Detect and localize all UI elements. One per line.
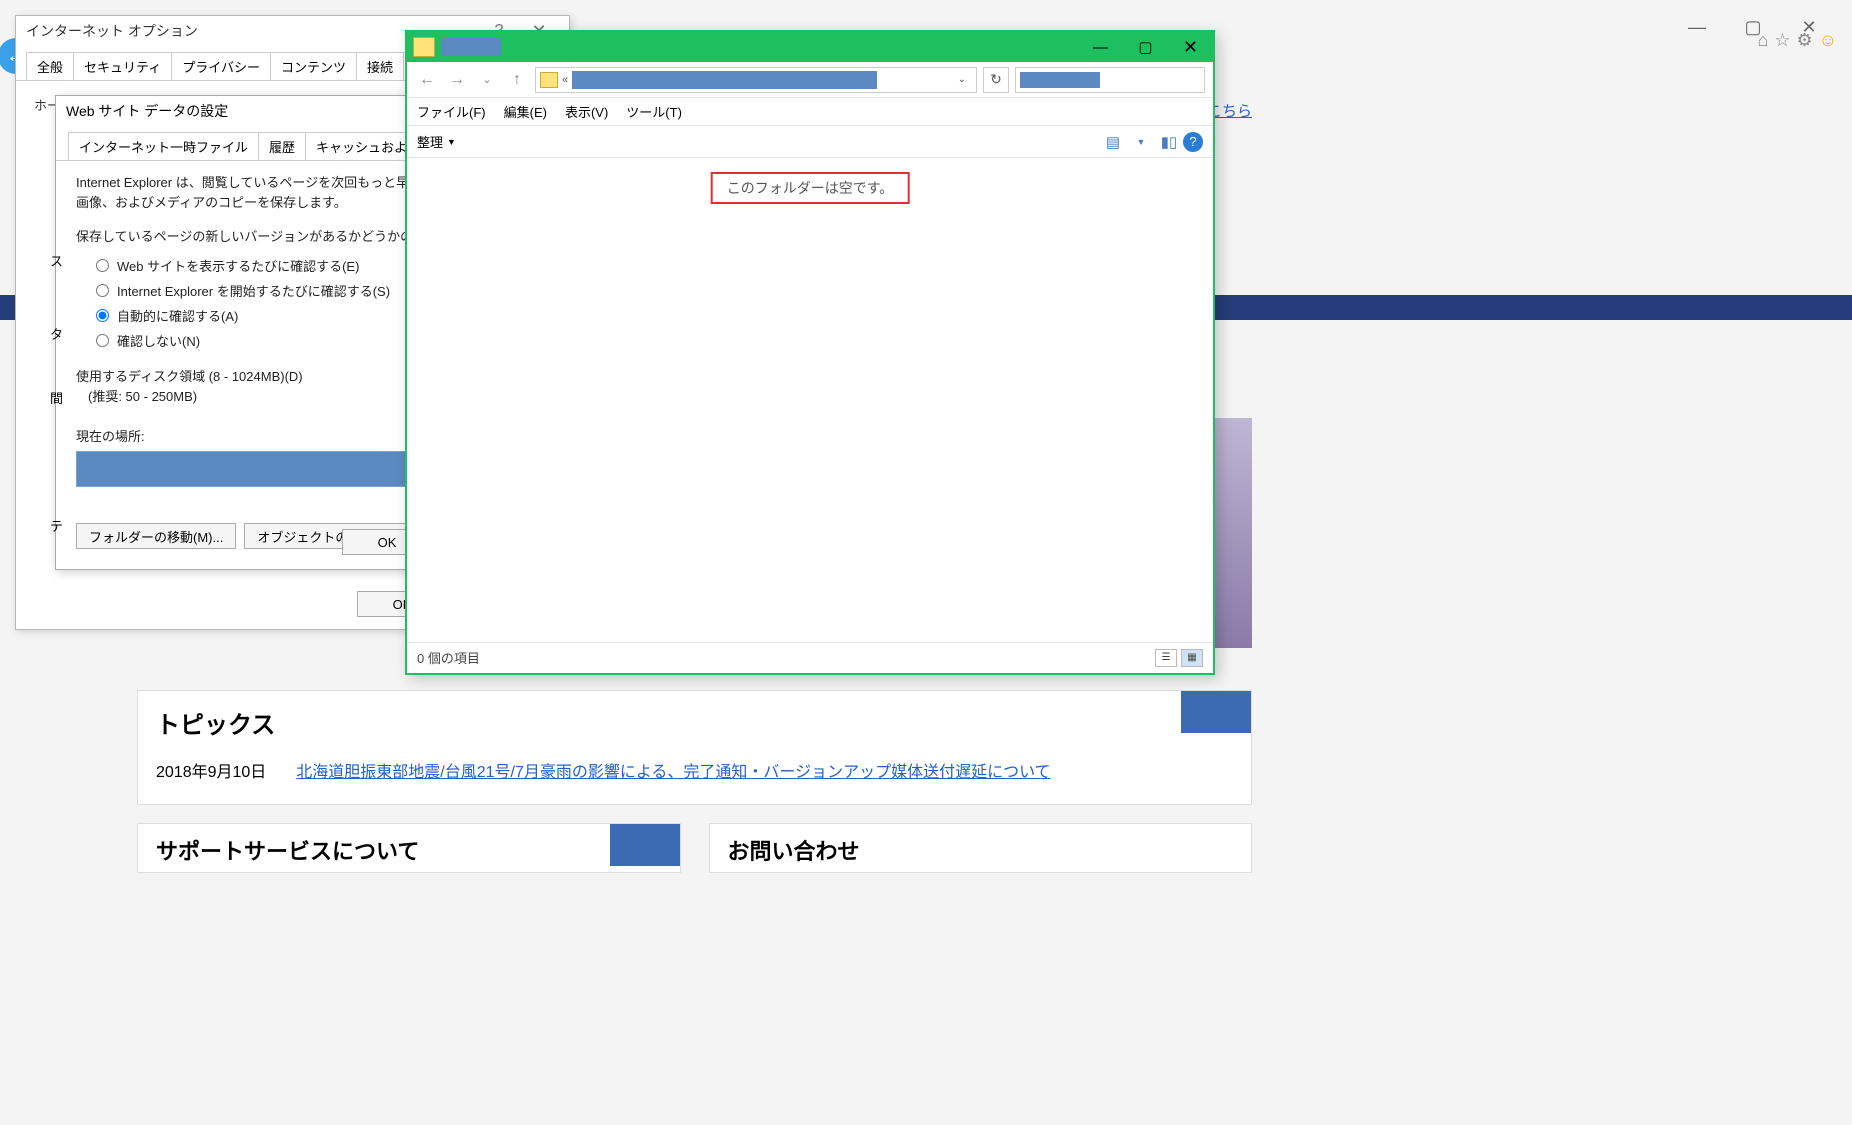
explorer-maximize-button[interactable]: ▢ bbox=[1123, 32, 1168, 62]
ws-radio-2-label: 自動的に確認する(A) bbox=[117, 306, 238, 325]
ws-radio-0-input[interactable] bbox=[96, 259, 109, 272]
ws-radio-3-input[interactable] bbox=[96, 334, 109, 347]
nav-forward-button[interactable]: → bbox=[445, 68, 469, 92]
ws-radio-1-label: Internet Explorer を開始するたびに確認する(S) bbox=[117, 281, 390, 300]
menu-view[interactable]: 表示(V) bbox=[565, 102, 608, 121]
io-tab-security[interactable]: セキュリティ bbox=[73, 52, 172, 80]
settings-icon[interactable]: ⚙ bbox=[1796, 30, 1812, 51]
explorer-close-button[interactable]: ✕ bbox=[1168, 32, 1213, 62]
io-tab-general[interactable]: 全般 bbox=[26, 52, 74, 80]
ws-radio-1-input[interactable] bbox=[96, 284, 109, 297]
topics-heading: トピックス bbox=[156, 705, 1233, 740]
home-icon[interactable]: ⌂ bbox=[1757, 30, 1768, 51]
io-tab-connections[interactable]: 接続 bbox=[356, 52, 404, 80]
topics-date: 2018年9月10日 bbox=[156, 758, 266, 782]
support-panel: サポートサービスについて bbox=[137, 823, 681, 873]
explorer-statusbar: 0 個の項目 ☰ ▦ bbox=[407, 642, 1213, 672]
topics-link[interactable]: 北海道胆振東部地震/台風21号/7月豪雨の影響による、完了通知・バージョンアップ… bbox=[296, 758, 1050, 782]
ws-clipped-char-3: テ bbox=[50, 516, 63, 535]
ws-radio-2-input[interactable] bbox=[96, 309, 109, 322]
nav-history-dropdown[interactable]: ⌄ bbox=[475, 68, 499, 92]
address-dropdown-icon[interactable]: ⌄ bbox=[952, 74, 972, 85]
address-bar[interactable]: « ⌄ bbox=[535, 67, 977, 93]
refresh-button[interactable]: ↻ bbox=[983, 67, 1009, 93]
view-layout-button[interactable]: ▤ bbox=[1099, 130, 1127, 154]
topics-badge bbox=[1181, 691, 1251, 733]
view-layout-dropdown[interactable]: ▼ bbox=[1127, 130, 1155, 154]
chevron-down-icon: ▼ bbox=[447, 137, 456, 147]
nav-back-button[interactable]: ← bbox=[415, 68, 439, 92]
folder-icon bbox=[413, 37, 435, 57]
explorer-navbar: ← → ⌄ ↑ « ⌄ ↻ bbox=[407, 62, 1213, 98]
page-content: トピックス 2018年9月10日 北海道胆振東部地震/台風21号/7月豪雨の影響… bbox=[137, 690, 1252, 873]
ws-tab-tempfiles[interactable]: インターネット一時ファイル bbox=[68, 132, 259, 160]
ws-tab-history[interactable]: 履歴 bbox=[258, 132, 306, 160]
organize-label: 整理 bbox=[417, 132, 443, 151]
ws-move-folder-button[interactable]: フォルダーの移動(M)... bbox=[76, 523, 236, 549]
menu-edit[interactable]: 編集(E) bbox=[504, 102, 547, 121]
feedback-icon[interactable]: ☺ bbox=[1819, 30, 1837, 51]
explorer-window: — ▢ ✕ ← → ⌄ ↑ « ⌄ ↻ ファイル(F) 編集(E) 表示(V) … bbox=[405, 30, 1215, 675]
preview-pane-button[interactable]: ▮▯ bbox=[1155, 130, 1183, 154]
explorer-toolbar: 整理 ▼ ▤ ▼ ▮▯ ? bbox=[407, 126, 1213, 158]
ws-clipped-char-2: 間 bbox=[50, 388, 63, 407]
browser-minimize[interactable]: — bbox=[1674, 13, 1720, 43]
address-folder-icon bbox=[540, 72, 558, 88]
details-view-button[interactable]: ☰ bbox=[1155, 649, 1177, 667]
topics-panel: トピックス 2018年9月10日 北海道胆振東部地震/台風21号/7月豪雨の影響… bbox=[137, 690, 1252, 805]
ws-clipped-char-0: ス bbox=[50, 251, 63, 270]
nav-up-button[interactable]: ↑ bbox=[505, 68, 529, 92]
support-heading: サポートサービスについて bbox=[156, 834, 662, 866]
ws-radio-0-label: Web サイトを表示するたびに確認する(E) bbox=[117, 256, 359, 275]
search-box[interactable] bbox=[1015, 67, 1205, 93]
favorites-icon[interactable]: ☆ bbox=[1774, 30, 1790, 51]
menu-tools[interactable]: ツール(T) bbox=[626, 102, 682, 121]
menu-file[interactable]: ファイル(F) bbox=[417, 102, 486, 121]
contact-heading: お問い合わせ bbox=[728, 834, 1234, 866]
organize-button[interactable]: 整理 ▼ bbox=[417, 132, 456, 151]
support-badge bbox=[610, 824, 680, 866]
browser-toolbar-icons: ⌂ ☆ ⚙ ☺ bbox=[1757, 30, 1837, 51]
address-path-redacted bbox=[572, 71, 877, 89]
search-text-redacted bbox=[1020, 72, 1100, 88]
empty-folder-message: このフォルダーは空です。 bbox=[711, 172, 910, 204]
io-tab-content[interactable]: コンテンツ bbox=[270, 52, 357, 80]
explorer-content[interactable]: このフォルダーは空です。 bbox=[407, 158, 1213, 642]
explorer-menubar: ファイル(F) 編集(E) 表示(V) ツール(T) bbox=[407, 98, 1213, 126]
help-button[interactable]: ? bbox=[1183, 132, 1203, 152]
address-prefix: « bbox=[562, 74, 568, 86]
explorer-titlebar[interactable]: — ▢ ✕ bbox=[407, 32, 1213, 62]
ws-radio-3-label: 確認しない(N) bbox=[117, 331, 200, 350]
ws-clipped-char-1: タ bbox=[50, 324, 63, 343]
io-tab-privacy[interactable]: プライバシー bbox=[171, 52, 271, 80]
contact-panel: お問い合わせ bbox=[709, 823, 1253, 873]
icons-view-button[interactable]: ▦ bbox=[1181, 649, 1203, 667]
explorer-title-redacted bbox=[441, 38, 501, 56]
explorer-minimize-button[interactable]: — bbox=[1078, 32, 1123, 62]
item-count: 0 個の項目 bbox=[417, 648, 480, 667]
